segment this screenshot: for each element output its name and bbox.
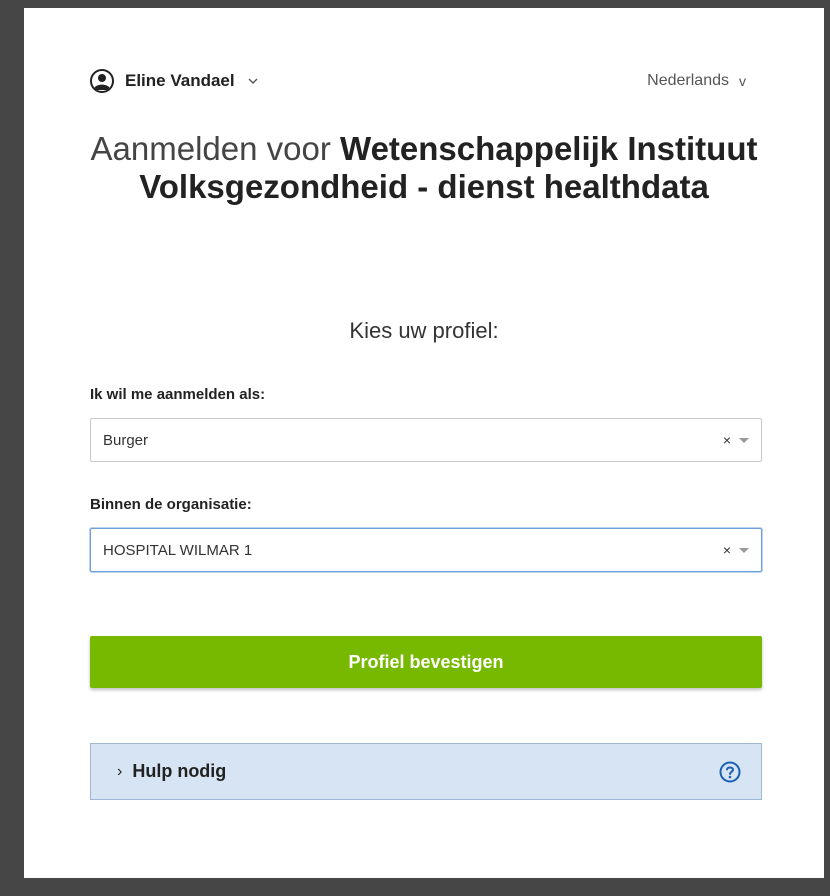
profile-select-value: Burger [103,431,149,449]
profile-subtitle: Kies uw profiel: [349,318,499,343]
profile-select[interactable]: Burger × [90,418,762,462]
organization-field-label: Binnen de organisatie: [90,496,252,513]
organization-select[interactable]: HOSPITAL WILMAR 1 × [90,528,762,572]
language-selector[interactable]: Nederlands v [647,72,746,90]
chevron-right-icon: › [117,762,123,780]
page-title: Aanmelden voor Wetenschappelijk Instituu… [64,130,784,206]
header: Eline Vandael Nederlands v [90,64,746,98]
organization-select-value: HOSPITAL WILMAR 1 [103,541,253,559]
question-circle-icon[interactable] [719,761,741,783]
user-avatar-icon [90,69,114,93]
chevron-down-icon [247,75,259,87]
dropdown-arrow-icon[interactable] [739,545,749,555]
help-label: Hulp nodig [132,761,227,781]
confirm-profile-button[interactable]: Profiel bevestigen [90,636,762,688]
user-name: Eline Vandael [125,71,235,90]
login-card: Eline Vandael Nederlands v Aanmelden voo… [24,8,824,878]
clear-icon[interactable]: × [721,542,733,558]
help-panel-toggle[interactable]: › Hulp nodig [90,743,762,800]
dropdown-arrow-icon[interactable] [739,435,749,445]
language-label: Nederlands [647,72,729,89]
language-chevron: v [739,73,746,89]
title-prefix: Aanmelden voor [90,130,331,167]
clear-icon[interactable]: × [721,432,733,448]
user-menu[interactable]: Eline Vandael [90,69,259,93]
profile-field-label: Ik wil me aanmelden als: [90,386,266,403]
